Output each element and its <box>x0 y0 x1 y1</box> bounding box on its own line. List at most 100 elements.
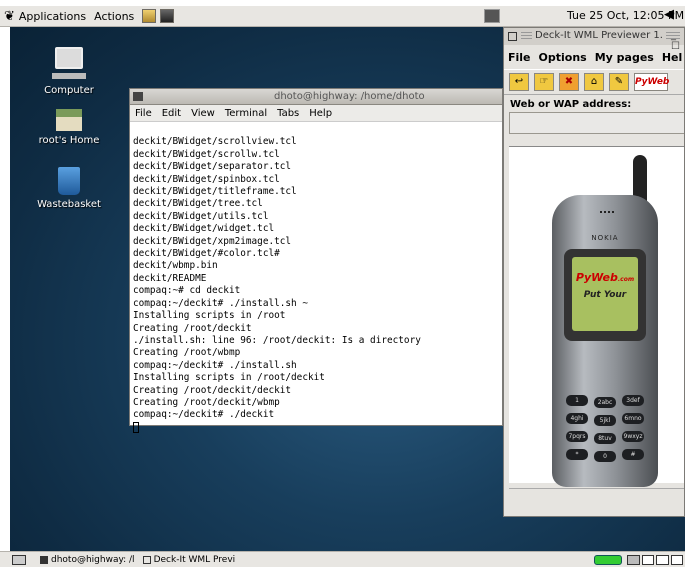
edit-icon[interactable]: ✎ <box>609 73 629 91</box>
key-hash[interactable]: # <box>622 449 644 460</box>
terminal-line: compaq:~/deckit# ./deckit <box>133 409 275 421</box>
screen-logo: PyWeb.com <box>575 271 635 284</box>
deckit-menu-options[interactable]: Options <box>535 51 591 64</box>
address-input[interactable] <box>509 112 684 134</box>
home-icon[interactable]: ⌂ <box>584 73 604 91</box>
desktop-icon-label: Wastebasket <box>37 199 101 210</box>
address-label: Web or WAP address: <box>510 99 632 110</box>
earpiece-icon <box>600 211 614 214</box>
terminal-line: Creating /root/deckit/wbmp <box>133 396 280 408</box>
terminal-line: deckit/BWidget/titleframe.tcl <box>133 186 297 198</box>
network-icon[interactable] <box>484 9 500 23</box>
terminal-title: dhoto@highway: /home/dhoto <box>274 91 425 102</box>
workspace-1[interactable] <box>627 555 640 565</box>
window-icon <box>142 555 151 564</box>
key-3[interactable]: 3def <box>622 395 644 406</box>
pyweb-logo-icon[interactable]: PyWeb <box>634 73 669 91</box>
show-desktop-icon[interactable] <box>12 554 26 565</box>
desktop-icon-label: Computer <box>44 85 94 96</box>
key-6[interactable]: 6mno <box>622 413 644 424</box>
terminal-line: deckit/BWidget/tree.tcl <box>133 198 263 210</box>
terminal-titlebar[interactable]: dhoto@highway: /home/dhoto <box>130 89 502 105</box>
terminal-output[interactable]: deckit/BWidget/scrollview.tcl deckit/BWid… <box>130 122 502 462</box>
terminal-line: deckit/BWidget/scrollview.tcl <box>133 136 297 148</box>
key-8[interactable]: 8tuv <box>594 433 616 444</box>
terminal-line: Installing scripts in /root/deckit <box>133 372 325 384</box>
taskbar-item-deckit[interactable]: Deck-It WML Previ <box>139 555 240 565</box>
bottom-panel: dhoto@highway: /l Deck-It WML Previ <box>0 551 685 567</box>
terminal-window[interactable]: dhoto@highway: /home/dhoto File Edit Vie… <box>129 88 503 433</box>
phone-body: NOKIA PyWeb.com Put Your 1 2abc 3def 4gh… <box>552 195 658 487</box>
volume-icon[interactable]: ◀ <box>664 7 674 22</box>
hand-icon[interactable]: ☞ <box>534 73 554 91</box>
workspace-2[interactable] <box>641 555 654 565</box>
deckit-menubar: File Options My pages Hel <box>504 45 684 69</box>
terminal-menu-terminal[interactable]: Terminal <box>220 108 272 119</box>
phone-preview: NOKIA PyWeb.com Put Your 1 2abc 3def 4gh… <box>509 146 684 487</box>
actions-menu[interactable]: Actions <box>90 10 138 23</box>
desktop-icon-home[interactable]: root's Home <box>24 109 114 146</box>
battery-icon[interactable] <box>594 555 622 565</box>
workspace-4[interactable] <box>670 555 683 565</box>
deckit-menu-file[interactable]: File <box>504 51 535 64</box>
key-0[interactable]: 0 <box>594 451 616 462</box>
key-9[interactable]: 9wxyz <box>622 431 644 442</box>
workspace-switcher[interactable] <box>627 555 683 565</box>
terminal-line: deckit/BWidget/scrollw.tcl <box>133 148 280 160</box>
terminal-line: deckit/BWidget/utils.tcl <box>133 210 269 222</box>
terminal-line: deckit/wbmp.bin <box>133 260 218 272</box>
terminal-menubar: File Edit View Terminal Tabs Help <box>130 105 502 122</box>
key-7[interactable]: 7pqrs <box>566 431 588 442</box>
top-panel: ❦ Applications Actions Tue 25 Oct, 12:05… <box>0 6 685 27</box>
terminal-line: Creating /root/deckit <box>133 322 252 334</box>
terminal-menu-view[interactable]: View <box>186 108 220 119</box>
deckit-menu-help[interactable]: Hel <box>658 51 684 64</box>
terminal-line: deckit/README <box>133 272 207 284</box>
terminal-line: compaq:~# cd deckit <box>133 285 241 297</box>
taskbar-label: Deck-It WML Previ <box>153 554 236 565</box>
deckit-titlebar[interactable]: Deck-It WML Previewer 1. _ ☐ <box>504 28 684 52</box>
terminal-line: deckit/BWidget/separator.tcl <box>133 161 292 173</box>
terminal-menu-help[interactable]: Help <box>304 108 337 119</box>
key-1[interactable]: 1 <box>566 395 588 406</box>
terminal-line: deckit/BWidget/xpm2image.tcl <box>133 235 292 247</box>
terminal-line: ./install.sh: line 96: /root/deckit: Is … <box>133 334 421 346</box>
phone-screen: PyWeb.com Put Your <box>572 257 638 331</box>
terminal-launcher-icon[interactable] <box>160 9 175 23</box>
deckit-menu-mypages[interactable]: My pages <box>591 51 658 64</box>
phone-brand: NOKIA <box>591 234 619 242</box>
terminal-menu-tabs[interactable]: Tabs <box>272 108 304 119</box>
terminal-cursor <box>133 421 139 433</box>
screen-text: Put Your <box>583 290 627 300</box>
deckit-window[interactable]: Deck-It WML Previewer 1. _ ☐ File Option… <box>503 27 685 517</box>
trash-icon <box>58 167 80 195</box>
taskbar-label: dhoto@highway: /l <box>51 554 135 565</box>
computer-icon <box>55 47 83 69</box>
notes-launcher-icon[interactable] <box>142 9 157 23</box>
terminal-line: Creating /root/deckit/deckit <box>133 384 292 396</box>
workspace-3[interactable] <box>656 555 669 565</box>
deckit-toolbar: ↩ ☞ ✖ ⌂ ✎ PyWeb <box>504 69 684 95</box>
phone-keypad: 1 2abc 3def 4ghi 5jkl 6mno 7pqrs 8tuv 9w… <box>566 395 644 483</box>
key-2[interactable]: 2abc <box>594 397 616 408</box>
gnome-foot-icon[interactable]: ❦ <box>4 9 15 24</box>
desktop-icon-computer[interactable]: Computer <box>24 47 114 96</box>
window-menu-icon[interactable] <box>508 32 517 41</box>
terminal-menu-file[interactable]: File <box>130 108 157 119</box>
key-star[interactable]: * <box>566 449 588 460</box>
terminal-line: Installing scripts in /root <box>133 310 286 322</box>
terminal-line: compaq:~/deckit# ./install.sh <box>133 359 297 371</box>
deckit-title: Deck-It WML Previewer 1. <box>532 30 666 41</box>
key-5[interactable]: 5jkl <box>594 415 616 426</box>
deckit-statusbar <box>509 488 684 516</box>
back-arrow-icon[interactable]: ↩ <box>509 73 529 91</box>
terminal-line: deckit/BWidget/#color.tcl# <box>133 248 280 260</box>
key-4[interactable]: 4ghi <box>566 413 588 424</box>
stop-icon[interactable]: ✖ <box>559 73 579 91</box>
applications-menu[interactable]: Applications <box>15 10 90 23</box>
taskbar-item-terminal[interactable]: dhoto@highway: /l <box>26 555 139 565</box>
terminal-line: Creating /root/wbmp <box>133 347 241 359</box>
terminal-menu-edit[interactable]: Edit <box>157 108 186 119</box>
desktop-icon-wastebasket[interactable]: Wastebasket <box>24 167 114 210</box>
minimize-icon[interactable]: _ ☐ <box>671 30 684 52</box>
